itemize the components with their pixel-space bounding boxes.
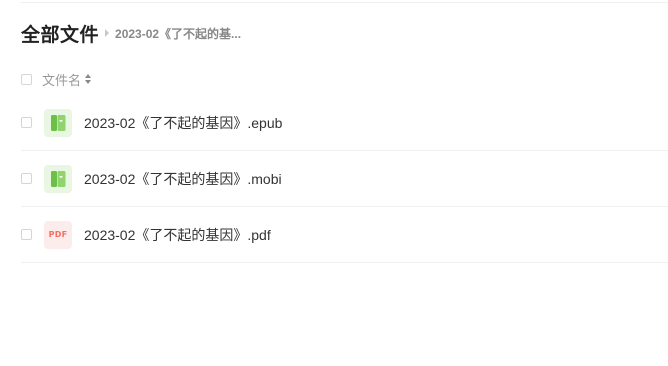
file-row[interactable]: 2023-02《了不起的基因》.epub bbox=[21, 95, 668, 151]
row-checkbox[interactable] bbox=[21, 117, 32, 128]
pdf-icon-label: PDF bbox=[48, 230, 68, 239]
file-row[interactable]: PDF 2023-02《了不起的基因》.pdf bbox=[21, 207, 668, 263]
file-browser: 全部文件 2023-02《了不起的基... 文件名 2023-02《了不起的基因… bbox=[0, 0, 668, 366]
breadcrumb-current-folder: 2023-02《了不起的基... bbox=[115, 26, 242, 41]
breadcrumb-separator-icon bbox=[105, 29, 110, 37]
list-header: 文件名 bbox=[21, 70, 92, 89]
file-name[interactable]: 2023-02《了不起的基因》.mobi bbox=[84, 169, 282, 189]
sort-icon[interactable] bbox=[85, 74, 92, 84]
divider bbox=[20, 2, 668, 3]
file-row[interactable]: 2023-02《了不起的基因》.mobi bbox=[21, 151, 668, 207]
column-header-filename[interactable]: 文件名 bbox=[42, 70, 81, 89]
breadcrumb: 全部文件 2023-02《了不起的基... bbox=[21, 20, 241, 46]
ebook-icon bbox=[44, 108, 72, 137]
row-checkbox[interactable] bbox=[21, 229, 32, 240]
ebook-icon bbox=[44, 164, 72, 193]
row-checkbox[interactable] bbox=[21, 173, 32, 184]
pdf-icon: PDF bbox=[44, 220, 72, 249]
file-list: 2023-02《了不起的基因》.epub 2023-02《了不起的基因》.mob… bbox=[21, 95, 668, 263]
file-name[interactable]: 2023-02《了不起的基因》.pdf bbox=[84, 225, 271, 245]
breadcrumb-root-link[interactable]: 全部文件 bbox=[21, 20, 99, 47]
select-all-checkbox[interactable] bbox=[21, 73, 32, 85]
file-name[interactable]: 2023-02《了不起的基因》.epub bbox=[84, 113, 282, 133]
